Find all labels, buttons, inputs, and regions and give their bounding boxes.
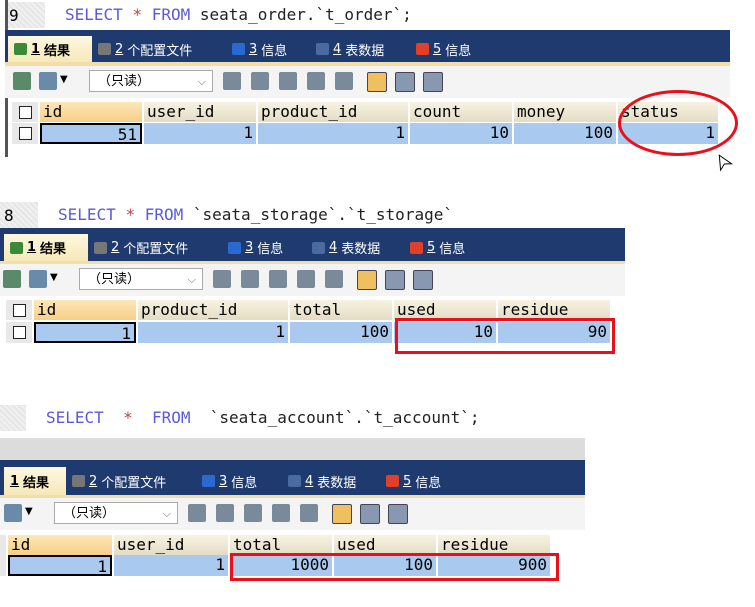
column-header-residue[interactable]: residue: [438, 535, 550, 555]
splitter-bar[interactable]: [0, 438, 585, 460]
cancel-icon[interactable]: [300, 504, 318, 522]
result-panel-3: SELECT * FROM `seata_account`.`t_account…: [0, 0, 755, 607]
tab-bar-top: [0, 460, 585, 467]
cell-id[interactable]: 1: [8, 555, 112, 576]
grid-view-icon[interactable]: [332, 504, 352, 524]
readonly-select[interactable]: （只读） ⌵: [54, 502, 178, 524]
column-header-user_id[interactable]: user_id: [114, 535, 228, 555]
column-header-total[interactable]: total: [230, 535, 332, 555]
form-view-icon[interactable]: [360, 504, 380, 524]
tab-number: 5: [403, 473, 412, 489]
tab-label: 个配置文件: [101, 475, 167, 491]
tab-number: 3: [219, 473, 228, 489]
highlight-box: [230, 553, 559, 581]
tab-label: 结果: [23, 475, 50, 491]
insert-row-icon[interactable]: [188, 504, 206, 522]
tab-label: 信息: [231, 475, 258, 491]
result-tab-bar: 1 结果 2 个配置文件 3 信息 4 表数据 5 信息: [0, 467, 585, 495]
tab-number: 1: [10, 473, 20, 489]
column-header-used[interactable]: used: [334, 535, 436, 555]
profile-icon: [72, 475, 85, 487]
delete-icon[interactable]: [272, 504, 290, 522]
tab-3[interactable]: 3 信息: [196, 467, 292, 495]
sql-editor-line[interactable]: SELECT * FROM `seata_account`.`t_account…: [0, 403, 585, 433]
result-toolbar: ▼ （只读） ⌵: [0, 498, 585, 530]
sql-star: *: [123, 408, 133, 427]
info-icon: [202, 475, 215, 487]
tab-5[interactable]: 5 信息: [380, 467, 470, 495]
tab-label: 信息: [415, 475, 442, 491]
tab-4[interactable]: 4 表数据: [282, 467, 390, 495]
sql-select: SELECT: [46, 408, 104, 427]
table-data-icon: [288, 475, 301, 487]
sql-table: `seata_account`.`t_account`;: [209, 408, 480, 427]
cell-user_id[interactable]: 1: [114, 555, 228, 576]
tab-label: 表数据: [317, 475, 357, 491]
grid-left-edge: [0, 535, 6, 576]
readonly-value: （只读）: [63, 506, 116, 521]
text-view-icon[interactable]: [388, 504, 408, 524]
save-icon[interactable]: [244, 504, 262, 522]
tab-number: 4: [305, 473, 314, 489]
import-dropdown-icon[interactable]: [4, 504, 22, 522]
sql-query-text: SELECT * FROM `seata_account`.`t_account…: [46, 408, 479, 427]
column-header-id[interactable]: id: [8, 535, 112, 555]
tab-2[interactable]: 2 个配置文件: [66, 467, 206, 495]
info-blocks-icon: [386, 475, 399, 487]
dropdown-arrow-icon[interactable]: ▼: [25, 506, 33, 517]
line-gutter: [0, 405, 26, 431]
chevron-down-icon: ⌵: [162, 507, 171, 520]
tab-number: 2: [89, 473, 98, 489]
duplicate-row-icon[interactable]: [216, 504, 234, 522]
sql-from: FROM: [151, 408, 191, 427]
